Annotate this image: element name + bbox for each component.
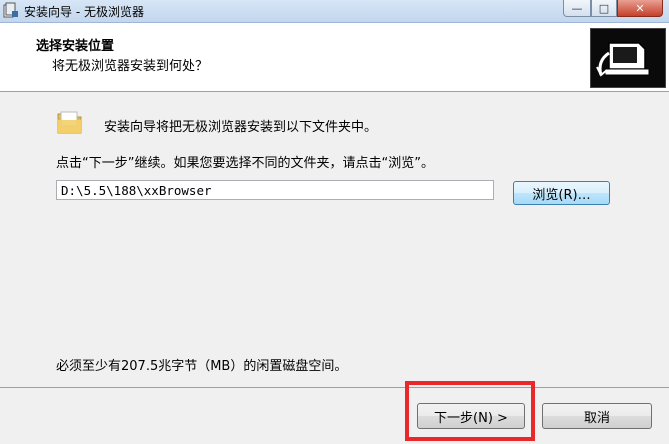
wizard-footer: 下一步(N) > 取消 [0, 387, 669, 444]
window-controls: — □ ✕ [563, 0, 663, 17]
installer-app-icon [3, 2, 18, 18]
wizard-body: 安装向导将把无极浏览器安装到以下文件夹中。 点击“下一步”继续。如果您要选择不同… [0, 92, 669, 387]
page-subtitle: 将无极浏览器安装到何处？ [52, 59, 209, 74]
instruction-text: 点击“下一步”继续。如果您要选择不同的文件夹，请点击“浏览”。 [56, 156, 434, 171]
title-bar[interactable]: 安装向导 - 无极浏览器 — □ ✕ [0, 0, 669, 23]
page-title: 选择安装位置 [36, 39, 115, 54]
disk-space-text: 必须至少有207.5兆字节（MB）的闲置磁盘空间。 [56, 359, 348, 374]
browse-button[interactable]: 浏览(R)… [513, 181, 610, 205]
intro-text: 安装向导将把无极浏览器安装到以下文件夹中。 [104, 120, 378, 135]
cancel-button[interactable]: 取消 [542, 403, 652, 429]
window-title: 安装向导 - 无极浏览器 [24, 5, 144, 19]
folder-icon [57, 111, 82, 134]
maximize-button[interactable]: □ [591, 0, 617, 17]
next-button[interactable]: 下一步(N) > [417, 403, 525, 429]
minimize-button[interactable]: — [563, 0, 591, 17]
install-path-input[interactable]: D:\5.5\188\xxBrowser [56, 180, 494, 200]
computer-install-icon [590, 28, 666, 88]
wizard-header: 选择安装位置 将无极浏览器安装到何处？ [0, 23, 669, 92]
close-button[interactable]: ✕ [617, 0, 663, 17]
